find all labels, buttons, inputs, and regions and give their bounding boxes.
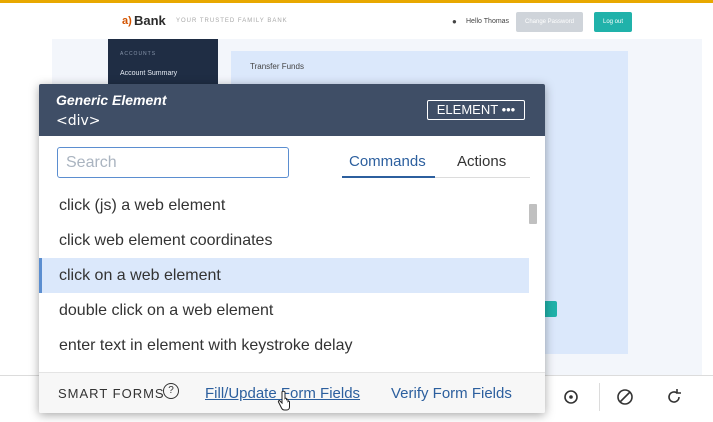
element-badge-label: ELEMENT bbox=[436, 102, 498, 117]
app-header: a) Bank YOUR TRUSTED FAMILY BANK ● Hello… bbox=[52, 3, 702, 39]
reload-icon[interactable] bbox=[664, 387, 684, 407]
toolbar-divider bbox=[599, 383, 600, 411]
tab-commands[interactable]: Commands bbox=[349, 153, 426, 170]
greeting-text: Hello Thomas bbox=[466, 18, 510, 25]
bank-logo-icon: a) bbox=[122, 15, 132, 27]
partial-button[interactable] bbox=[543, 301, 557, 317]
user-icon: ● bbox=[452, 17, 457, 26]
element-command-popup: Generic Element <div> ELEMENT ••• Comman… bbox=[39, 84, 545, 413]
popup-footer: SMART FORMS ? Fill/Update Form Fields Ve… bbox=[39, 372, 545, 413]
panel-title: Transfer Funds bbox=[250, 62, 304, 71]
popup-title: Generic Element bbox=[56, 92, 167, 108]
search-input[interactable] bbox=[57, 147, 289, 178]
question-circle-icon[interactable]: ? bbox=[163, 383, 179, 399]
smart-forms-label: SMART FORMS bbox=[58, 386, 165, 401]
hand-pointer-icon bbox=[277, 390, 290, 411]
tab-actions[interactable]: Actions bbox=[457, 153, 506, 170]
more-icon[interactable]: ••• bbox=[502, 102, 516, 117]
verify-form-fields-link[interactable]: Verify Form Fields bbox=[391, 385, 512, 402]
element-badge[interactable]: ELEMENT ••• bbox=[427, 100, 525, 120]
logout-button[interactable]: Log out bbox=[594, 12, 632, 32]
list-item-selected[interactable]: click on a web element bbox=[39, 258, 529, 293]
list-scrollbar[interactable] bbox=[529, 204, 537, 224]
list-item[interactable]: click (js) a web element bbox=[39, 188, 529, 223]
popup-header: Generic Element <div> ELEMENT ••• bbox=[39, 84, 545, 136]
sidebar-section-label: ACCOUNTS bbox=[120, 51, 157, 57]
bank-logo-text[interactable]: Bank bbox=[134, 13, 166, 28]
list-item[interactable]: double click on a web element bbox=[39, 293, 529, 328]
list-item[interactable]: enter text in element with keystroke del… bbox=[39, 328, 529, 363]
change-password-button[interactable]: Change Password bbox=[516, 12, 583, 32]
list-item[interactable]: click web element coordinates bbox=[39, 223, 529, 258]
popup-subtitle: <div> bbox=[56, 113, 101, 129]
block-icon[interactable] bbox=[615, 387, 635, 407]
refresh-icon[interactable] bbox=[561, 387, 581, 407]
tab-divider-line bbox=[435, 177, 530, 178]
bank-tagline: YOUR TRUSTED FAMILY BANK bbox=[176, 18, 288, 24]
active-tab-indicator bbox=[342, 176, 435, 178]
sidebar-item-account-summary[interactable]: Account Summary bbox=[120, 70, 177, 77]
